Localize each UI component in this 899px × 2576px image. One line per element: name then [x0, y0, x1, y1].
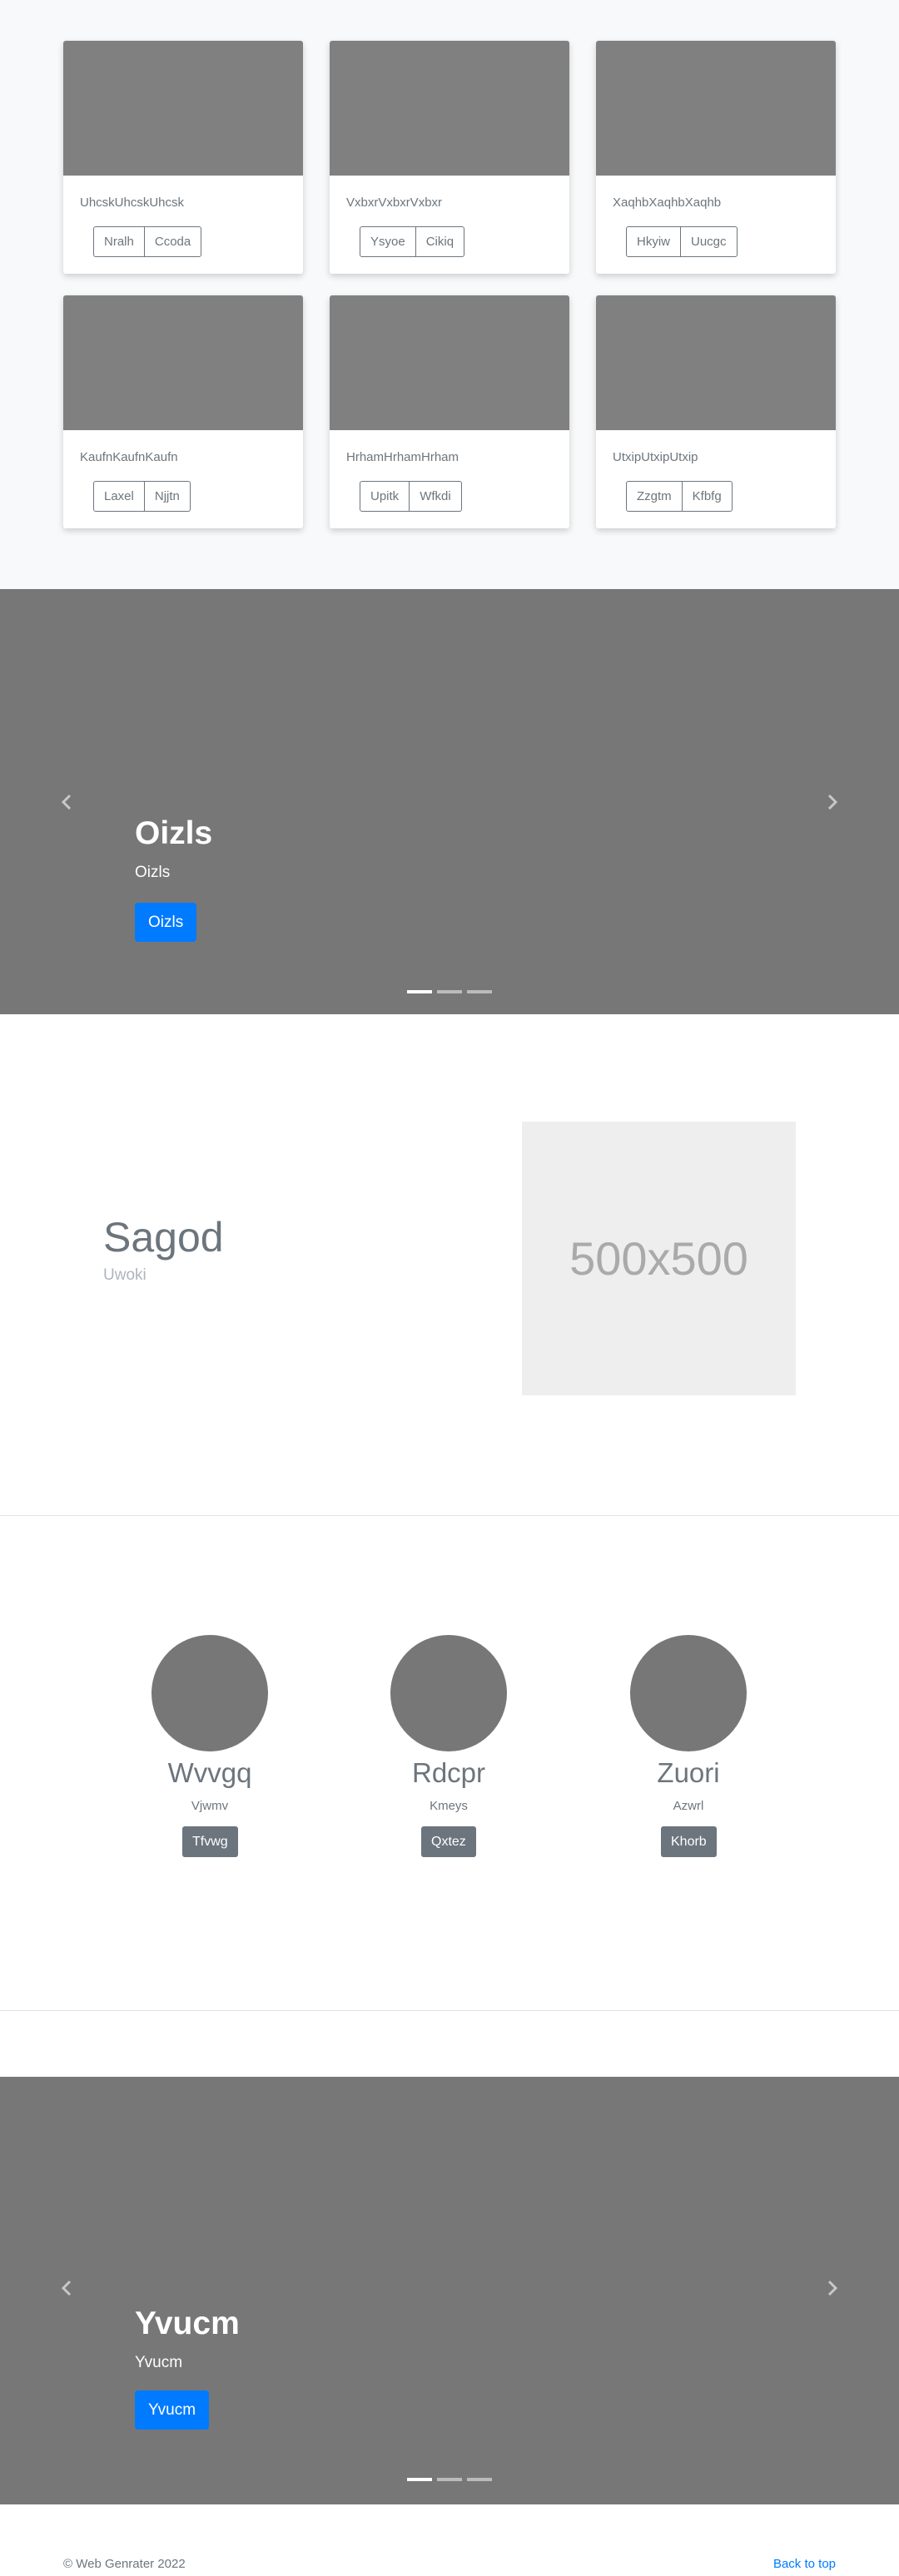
album-card: VxbxrVxbxrVxbxr Ysyoe Cikiq: [330, 41, 569, 274]
card-thumbnail: [330, 41, 569, 176]
carousel-indicators: [407, 990, 492, 993]
card-button-group: Nralh Ccoda: [93, 226, 202, 257]
carousel-caption-subtitle: Oizls: [135, 864, 171, 881]
card-button[interactable]: Uucgc: [681, 226, 738, 257]
chevron-left-icon: [61, 2280, 72, 2296]
member-role: Azwrl: [673, 1799, 704, 1813]
member-role: Kmeys: [430, 1799, 468, 1813]
carousel-caption-button[interactable]: Yvucm: [135, 2390, 210, 2430]
carousel-next-button[interactable]: [822, 2278, 842, 2298]
back-to-top-link[interactable]: Back to top: [773, 2557, 836, 2571]
carousel-indicator[interactable]: [407, 990, 432, 993]
carousel-indicator[interactable]: [407, 2478, 432, 2481]
member-button[interactable]: Qxtez: [421, 1826, 476, 1857]
card-button[interactable]: Laxel: [93, 481, 145, 512]
card-button[interactable]: Zzgtm: [626, 481, 683, 512]
bottom-carousel: Yvucm Yvucm Yvucm: [0, 2077, 899, 2504]
member-name: Wvvgq: [167, 1757, 252, 1788]
album-card: XaqhbXaqhbXaqhb Hkyiw Uucgc: [596, 41, 836, 274]
card-title: HrhamHrhamHrham: [346, 450, 459, 464]
card-button-group: Ysyoe Cikiq: [360, 226, 465, 257]
copyright-text: © Web Genrater 2022: [63, 2557, 186, 2571]
card-button[interactable]: Ccoda: [144, 226, 202, 257]
album-card: KaufnKaufnKaufn Laxel Njjtn: [63, 295, 303, 528]
carousel-prev-button[interactable]: [57, 2278, 77, 2298]
card-button[interactable]: Cikiq: [415, 226, 465, 257]
card-button-group: Upitk Wfkdi: [360, 481, 462, 512]
carousel-caption-title: Oizls: [135, 815, 213, 851]
carousel-indicator[interactable]: [437, 990, 462, 993]
avatar: [630, 1635, 747, 1751]
card-thumbnail: [63, 295, 303, 430]
card-title: UhcskUhcskUhcsk: [80, 196, 185, 210]
chevron-right-icon: [827, 794, 838, 810]
card-title: XaqhbXaqhbXaqhb: [613, 196, 722, 210]
carousel-caption-title: Yvucm: [135, 2306, 240, 2341]
chevron-left-icon: [61, 794, 72, 810]
album-card: UtxipUtxipUtxip Zzgtm Kfbfg: [596, 295, 836, 528]
section-divider: [0, 1515, 899, 1516]
card-thumbnail: [63, 41, 303, 176]
card-thumbnail: [596, 295, 836, 430]
member-name: Rdcpr: [411, 1757, 486, 1788]
feature-heading: Sagod: [103, 1214, 224, 1261]
album-card: UhcskUhcskUhcsk Nralh Ccoda: [63, 41, 303, 274]
feature-image-placeholder: 500x500: [522, 1122, 796, 1395]
card-title: KaufnKaufnKaufn: [80, 450, 178, 464]
feature-subheading: Uwoki: [103, 1266, 147, 1284]
carousel-indicator[interactable]: [437, 2478, 462, 2481]
section-divider: [0, 2010, 899, 2011]
card-button[interactable]: Nralh: [93, 226, 145, 257]
album-section: UhcskUhcskUhcsk Nralh Ccoda VxbxrVxbxrVx…: [0, 0, 899, 589]
card-title: UtxipUtxipUtxip: [613, 450, 698, 464]
avatar: [151, 1635, 268, 1751]
member-role: Vjwmv: [191, 1799, 229, 1813]
card-button-group: Zzgtm Kfbfg: [626, 481, 733, 512]
member-name: Zuori: [657, 1757, 720, 1788]
placeholder-label: 500x500: [569, 1232, 748, 1285]
card-button[interactable]: Njjtn: [144, 481, 191, 512]
avatar: [390, 1635, 507, 1751]
card-button-group: Hkyiw Uucgc: [626, 226, 738, 257]
chevron-right-icon: [827, 2280, 838, 2296]
album-card: HrhamHrhamHrham Upitk Wfkdi: [330, 295, 569, 528]
carousel-indicator[interactable]: [467, 990, 492, 993]
card-button[interactable]: Wfkdi: [410, 481, 462, 512]
member-button[interactable]: Tfvwg: [182, 1826, 238, 1857]
card-button[interactable]: Kfbfg: [682, 481, 733, 512]
card-thumbnail: [596, 41, 836, 176]
carousel-indicator[interactable]: [467, 2478, 492, 2481]
carousel-next-button[interactable]: [822, 792, 842, 812]
member-button[interactable]: Khorb: [661, 1826, 717, 1857]
carousel-caption-button[interactable]: Oizls: [135, 903, 197, 942]
hero-carousel: Oizls Oizls Oizls: [0, 589, 899, 1014]
carousel-indicators: [407, 2478, 492, 2481]
card-title: VxbxrVxbxrVxbxr: [346, 196, 443, 210]
card-thumbnail: [330, 295, 569, 430]
carousel-caption-subtitle: Yvucm: [135, 2354, 183, 2371]
card-button[interactable]: Upitk: [360, 481, 410, 512]
card-button[interactable]: Ysyoe: [360, 226, 416, 257]
carousel-prev-button[interactable]: [57, 792, 77, 812]
card-button-group: Laxel Njjtn: [93, 481, 191, 512]
card-button[interactable]: Hkyiw: [626, 226, 681, 257]
